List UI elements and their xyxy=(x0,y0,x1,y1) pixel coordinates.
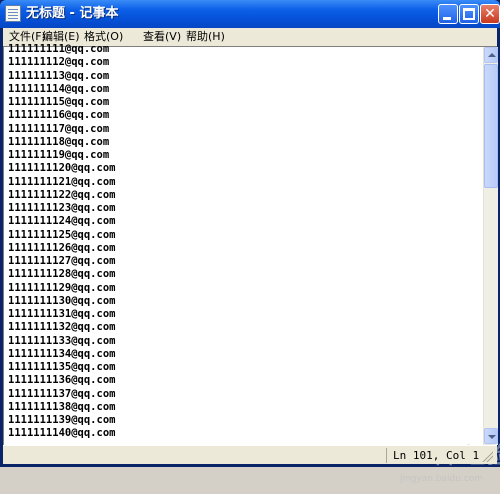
maximize-icon xyxy=(463,8,475,20)
watermark-url: jingyan.baidu.com xyxy=(400,474,484,484)
text-line[interactable]: 1111111125@qq.com xyxy=(8,229,478,242)
minimize-icon xyxy=(443,17,451,20)
cursor-position: Ln 101, Col 1 xyxy=(393,449,480,462)
window-title: 无标题 - 记事本 xyxy=(26,6,119,21)
text-line[interactable]: 1111111129@qq.com xyxy=(8,282,478,295)
text-line[interactable]: 1111111127@qq.com xyxy=(8,255,478,268)
text-line[interactable]: 1111111136@qq.com xyxy=(8,374,478,387)
scroll-up-button[interactable] xyxy=(484,47,498,63)
arrow-up-icon xyxy=(488,53,496,57)
text-line[interactable]: 111111116@qq.com xyxy=(8,109,478,122)
resize-grip-icon[interactable] xyxy=(481,450,493,462)
scrollbar-thumb[interactable] xyxy=(484,64,498,188)
text-line[interactable]: 1111111124@qq.com xyxy=(8,215,478,228)
text-line[interactable]: 111111112@qq.com xyxy=(8,56,478,69)
text-line[interactable]: 1111111132@qq.com xyxy=(8,321,478,334)
text-editor[interactable]: 111111111@qq.com 111111112@qq.com 11111111… xyxy=(3,43,500,484)
text-line[interactable]: 111111113@qq.com xyxy=(8,70,478,83)
text-line[interactable]: 111111115@qq.com xyxy=(8,96,478,109)
text-line[interactable]: 1111111134@qq.com xyxy=(8,348,478,361)
notepad-window: 无标题 - 记事本 ✕ 文件(F) 编辑(E) 格式(O) 查看(V) 帮助(H… xyxy=(0,0,500,484)
maximize-button[interactable] xyxy=(459,4,479,24)
text-line[interactable]: 111111114@qq.com xyxy=(8,83,478,96)
close-icon: ✕ xyxy=(484,6,496,22)
text-line[interactable]: 1111111138@qq.com xyxy=(8,401,478,414)
close-button[interactable]: ✕ xyxy=(480,4,500,24)
text-line[interactable]: 111111117@qq.com xyxy=(8,123,478,136)
text-line[interactable]: 1111111126@qq.com xyxy=(8,242,478,255)
notepad-icon[interactable] xyxy=(5,5,21,22)
title-bar[interactable]: 无标题 - 记事本 ✕ xyxy=(0,0,500,28)
status-divider xyxy=(386,448,387,463)
text-line[interactable]: 1111111135@qq.com xyxy=(8,361,478,374)
text-line[interactable]: 1111111122@qq.com xyxy=(8,189,478,202)
text-line[interactable]: 1111111123@qq.com xyxy=(8,202,478,215)
text-line[interactable]: 111111119@qq.com xyxy=(8,149,478,162)
text-line[interactable]: 1111111131@qq.com xyxy=(8,308,478,321)
text-line[interactable]: 1111111139@qq.com xyxy=(8,414,478,427)
text-line[interactable]: 111111118@qq.com xyxy=(8,136,478,149)
arrow-down-icon xyxy=(488,435,496,439)
text-content[interactable]: 111111111@qq.com 111111112@qq.com 11111111… xyxy=(8,43,478,441)
scroll-down-button[interactable] xyxy=(484,428,498,444)
vertical-scrollbar[interactable] xyxy=(483,47,498,445)
text-line[interactable]: 111111111@qq.com xyxy=(8,43,478,56)
text-line[interactable]: 1111111121@qq.com xyxy=(8,176,478,189)
text-line[interactable]: 1111111128@qq.com xyxy=(8,268,478,281)
text-line[interactable]: 1111111133@qq.com xyxy=(8,335,478,348)
text-line[interactable]: 1111111120@qq.com xyxy=(8,162,478,175)
text-line[interactable]: 1111111130@qq.com xyxy=(8,295,478,308)
minimize-button[interactable] xyxy=(438,4,458,24)
text-line[interactable]: 1111111140@qq.com xyxy=(8,427,478,440)
text-line[interactable]: 1111111137@qq.com xyxy=(8,388,478,401)
status-bar: Ln 101, Col 1 xyxy=(3,445,497,464)
